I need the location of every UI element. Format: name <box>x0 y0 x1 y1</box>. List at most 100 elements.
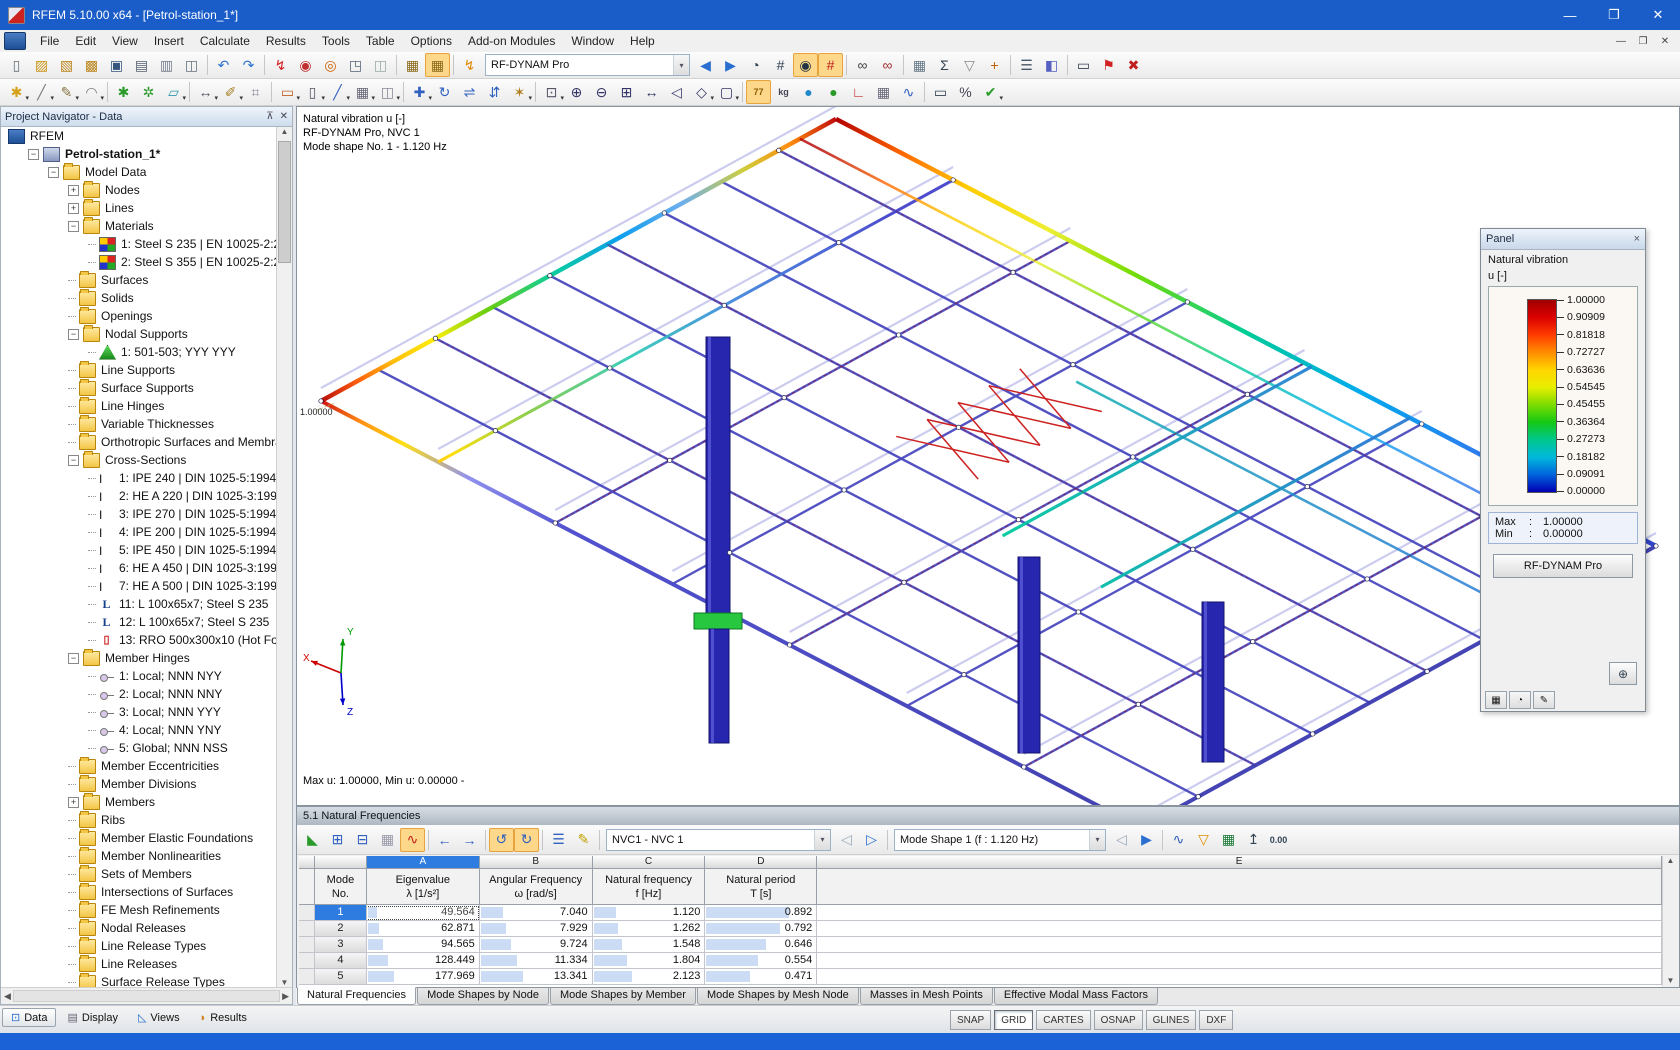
new-opening-icon[interactable]: ▭▾ <box>275 80 300 104</box>
tree-item-nodal-releases[interactable]: Nodal Releases <box>2 919 276 937</box>
select-tool-icon[interactable]: ⊡▾ <box>539 80 564 104</box>
load-case-combo-dropdown-icon[interactable]: ▾ <box>814 830 830 850</box>
undo-icon[interactable]: ↶ <box>211 53 236 77</box>
isometric-view-icon[interactable]: ◇▾ <box>689 80 714 104</box>
value-cell[interactable]: 1.548 <box>593 937 706 953</box>
open-project-icon[interactable]: ▩ <box>79 53 104 77</box>
generate-tool-icon[interactable]: ✶▾ <box>507 80 532 104</box>
value-cell[interactable]: 1.120 <box>593 905 706 921</box>
case-next-icon[interactable]: ▷ <box>859 828 884 852</box>
table-tab-mode-shapes-by-member[interactable]: Mode Shapes by Member <box>550 988 696 1005</box>
menu-window[interactable]: Window <box>563 31 622 51</box>
zoom-in-icon[interactable]: ⊕ <box>564 80 589 104</box>
table-insert-icon[interactable]: ⊞ <box>325 828 350 852</box>
tree-item-1-501-503-yyy-yyy[interactable]: 1: 501-503; YYY YYY <box>2 343 276 361</box>
find-object-icon[interactable]: ◫ <box>179 53 204 77</box>
redo-icon[interactable]: ↷ <box>236 53 261 77</box>
generate-model-icon[interactable]: ↯ <box>268 53 293 77</box>
mode-number-cell[interactable]: 3 <box>315 937 367 953</box>
natural-frequencies-table[interactable]: ABCDEModeNo.Eigenvalueλ [1/s²]Angular Fr… <box>299 856 1662 987</box>
toggle-cartes[interactable]: CARTES <box>1036 1010 1090 1030</box>
show-loads-icon[interactable]: ● <box>796 80 821 104</box>
collapse-icon[interactable]: − <box>68 455 79 466</box>
guide-object-icon[interactable]: ⌗ <box>243 80 268 104</box>
copy-tool-icon[interactable]: ◫▾ <box>375 80 400 104</box>
tree-item-1-local-nnn-nyy[interactable]: 1: Local; NNN NYY <box>2 667 276 685</box>
collapse-icon[interactable]: − <box>28 149 39 160</box>
panel-tab-filter[interactable]: ✎ <box>1533 691 1555 709</box>
toggle-glines[interactable]: GLINES <box>1146 1010 1197 1030</box>
check-model-icon[interactable]: ◉ <box>293 53 318 77</box>
menu-insert[interactable]: Insert <box>146 31 192 51</box>
result-values-on-icon[interactable]: # <box>818 53 843 77</box>
show-supports-icon[interactable]: ● <box>821 80 846 104</box>
result-chart-icon[interactable]: ∿ <box>1166 828 1191 852</box>
menu-file[interactable]: File <box>32 31 67 51</box>
calc-check-caret-icon[interactable]: ▾ <box>999 94 1003 102</box>
table-vertical-scrollbar[interactable]: ▲ ▼ <box>1662 856 1678 986</box>
nav-forward-icon[interactable]: ▶ <box>718 53 743 77</box>
tree-item-2-steel-s-355-en-10025-2-2004-11[interactable]: 2: Steel S 355 | EN 10025-2:2004-11 <box>2 253 276 271</box>
calc-check-icon[interactable]: ✔▾ <box>978 80 1003 104</box>
tree-item-13-rro-500x300x10-hot-formed-[interactable]: ▯13: RRO 500x300x10 (Hot Formed); <box>2 631 276 649</box>
close-button[interactable]: ✕ <box>1636 0 1680 30</box>
column-letter-C[interactable]: C <box>593 856 706 869</box>
pick-object-icon[interactable]: ◳ <box>343 53 368 77</box>
table-down-icon[interactable]: ⊟ <box>350 828 375 852</box>
new-node-icon[interactable]: ✱▾ <box>4 80 29 104</box>
table-tab-masses-in-mesh-points[interactable]: Masses in Mesh Points <box>860 988 993 1005</box>
module-combo[interactable]: RF-DYNAM Pro▾ <box>485 54 690 76</box>
numbering-icon[interactable]: 77 <box>746 80 771 104</box>
panel-title-bar[interactable]: Panel × <box>1481 229 1645 250</box>
tree-item-line-releases[interactable]: Line Releases <box>2 955 276 973</box>
collapse-icon[interactable]: − <box>68 329 79 340</box>
mode-shape-combo[interactable]: Mode Shape 1 (f : 1.120 Hz)▾ <box>894 829 1106 851</box>
value-cell[interactable]: 7.929 <box>480 921 593 937</box>
toggle-dxf[interactable]: DXF <box>1199 1010 1233 1030</box>
value-cell[interactable]: 1.262 <box>593 921 706 937</box>
menu-options[interactable]: Options <box>403 31 460 51</box>
navigator-tab-data[interactable]: ⊡Data <box>2 1008 56 1027</box>
module-flash-icon[interactable]: ↯ <box>457 53 482 77</box>
new-member-icon[interactable]: ╱▾ <box>325 80 350 104</box>
zoom-window-icon[interactable]: ⊞ <box>614 80 639 104</box>
full-screen-icon[interactable]: ▭ <box>928 80 953 104</box>
panel-monitor-icon[interactable]: ▭ <box>1071 53 1096 77</box>
show-results-icon[interactable]: ◔ <box>743 53 768 77</box>
prev-table-icon[interactable]: ← <box>432 828 457 852</box>
show-values-icon[interactable]: # <box>768 53 793 77</box>
tree-item-4-ipe-200-din-1025-5-1994-steel-s[interactable]: I4: IPE 200 | DIN 1025-5:1994; Steel S <box>2 523 276 541</box>
tree-item-member-hinges[interactable]: −Member Hinges <box>2 649 276 667</box>
tree-item-line-hinges[interactable]: Line Hinges <box>2 397 276 415</box>
navigator-close-icon[interactable]: ✕ <box>280 111 288 122</box>
tree-item-surfaces[interactable]: Surfaces <box>2 271 276 289</box>
rotate-ccw-icon[interactable]: ↺ <box>489 828 514 852</box>
mdi-close-icon[interactable]: ✕ <box>1654 36 1676 47</box>
new-file-icon[interactable]: ▯ <box>4 53 29 77</box>
tree-item-ribs[interactable]: Ribs <box>2 811 276 829</box>
table-row[interactable]: 4128.44911.3341.8040.554 <box>299 953 1662 969</box>
mirror-tool-icon[interactable]: ⇌ <box>457 80 482 104</box>
show-tables-icon[interactable]: ▦ <box>400 53 425 77</box>
new-surface-icon[interactable]: ▱▾ <box>161 80 186 104</box>
new-polyline-icon[interactable]: ✎▾ <box>54 80 79 104</box>
panel-zoom-button[interactable]: ⊕ <box>1609 662 1637 685</box>
tree-item-fe-mesh-refinements[interactable]: FE Mesh Refinements <box>2 901 276 919</box>
results-on-surfaces-icon[interactable]: ◉ <box>793 53 818 77</box>
tree-item-petrol-station-1-[interactable]: −Petrol-station_1* <box>2 145 276 163</box>
pin-icon[interactable]: ⊼ <box>266 111 273 122</box>
collapse-icon[interactable]: − <box>48 167 59 178</box>
print-graphic-icon[interactable]: ⚑ <box>1096 53 1121 77</box>
tree-item-12-l-100x65x7-steel-s-235[interactable]: L12: L 100x65x7; Steel S 235 <box>2 613 276 631</box>
menu-results[interactable]: Results <box>258 31 314 51</box>
menu-calculate[interactable]: Calculate <box>192 31 258 51</box>
value-cell[interactable]: 13.341 <box>480 969 593 985</box>
axes-on-icon[interactable]: + <box>982 53 1007 77</box>
view-glasses-icon[interactable]: ∞ <box>850 53 875 77</box>
column-letter-A[interactable]: A <box>367 856 480 869</box>
tree-item-model-data[interactable]: −Model Data <box>2 163 276 181</box>
generate-tool-caret-icon[interactable]: ▾ <box>528 94 532 102</box>
copy-tool-caret-icon[interactable]: ▾ <box>396 94 400 102</box>
case-prev-icon[interactable]: ◁ <box>834 828 859 852</box>
render-mode-icon[interactable]: ◧ <box>1039 53 1064 77</box>
